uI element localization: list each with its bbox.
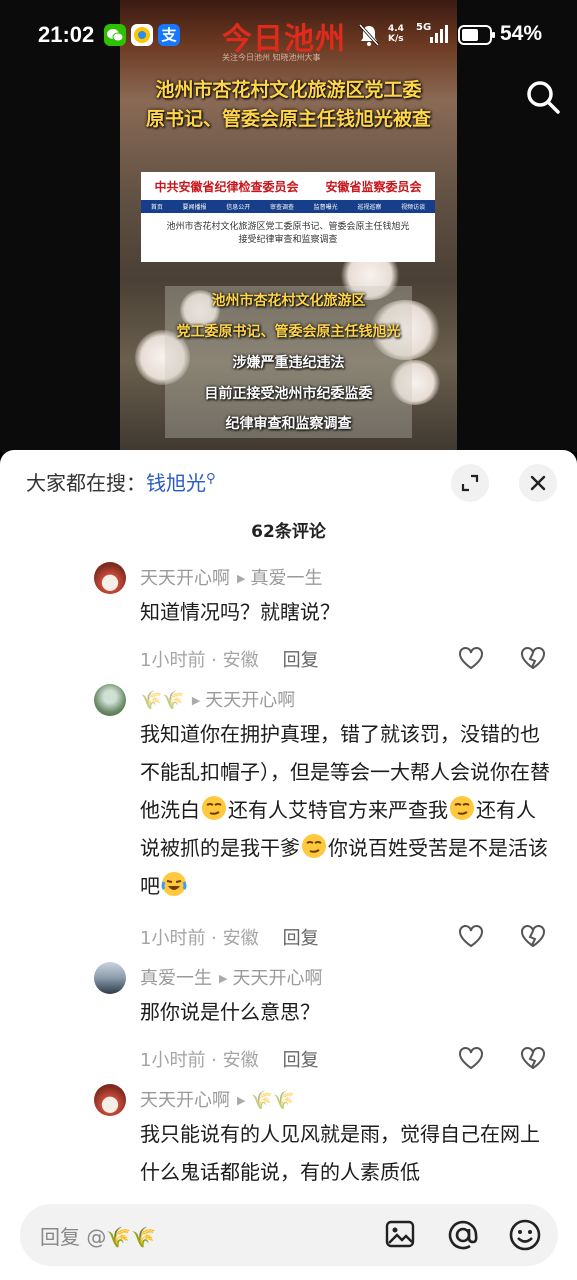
search-icon[interactable]	[524, 78, 562, 116]
comment-meta: 1小时前 · 安徽 回复	[140, 1046, 319, 1072]
video-player[interactable]: 21:02 支 今日池州 关注今日池州 知晓池州大事 4.4 K/s 5G 54…	[0, 0, 577, 452]
reply-input-bar: 回复 @🌾🌾	[0, 1192, 577, 1280]
video-subtitle-box: 池州市杏花村文化旅游区 党工委原书记、管委会原主任钱旭光 涉嫌严重违纪违法 目前…	[165, 286, 412, 438]
comment-meta: 1小时前 · 安徽 回复	[140, 646, 319, 672]
qq-browser-icon	[131, 24, 153, 46]
comment-authors: 🌾🌾 ▶ 天天开心啊	[140, 686, 295, 712]
card-nav-item: 首页	[150, 204, 163, 211]
alipay-icon: 支	[158, 24, 180, 46]
card-nav-item: 巡视巡察	[357, 204, 382, 211]
comment-authors: 天天开心啊 ▶ 真爱一生	[140, 564, 322, 590]
brand-subtitle: 关注今日池州 知晓池州大事	[222, 53, 321, 62]
headline-line: 原书记、管委会原主任钱旭光被查	[145, 108, 431, 130]
wechat-icon	[104, 24, 126, 46]
card-nav-item: 要闻播报	[182, 204, 207, 211]
comment-text: 我知道你在拥护真理，错了就该罚，没错的也不能乱扣帽子），但是等会一大帮人会说你在…	[140, 715, 552, 905]
comment-time: 1小时前 · 安徽	[140, 928, 259, 949]
author-name[interactable]: 真爱一生	[140, 968, 212, 989]
card-nav-item: 视频访谈	[401, 204, 426, 211]
reply-arrow-icon: ▶	[237, 1094, 246, 1107]
status-time: 21:02	[38, 22, 95, 47]
network-speed: 4.4 K/s	[388, 24, 404, 44]
subtitle-line: 纪律审查和监察调查	[225, 416, 352, 432]
comment-authors: 真爱一生 ▶ 天天开心啊	[140, 964, 322, 990]
comment-sheet: 大家都在搜：钱旭光⚲ 62条评论 天天开心啊 ▶ 真爱一生 知道情况吗？就瞎说？ 1…	[0, 450, 577, 1280]
comment-meta: 1小时前 · 安徽 回复	[140, 924, 319, 950]
card-org: 安徽省监察委员会	[325, 179, 422, 194]
card-header: 中共安徽省纪律检查委员会 安徽省监察委员会	[141, 172, 435, 200]
battery-icon	[458, 25, 496, 49]
subtitle-line: 池州市杏花村文化旅游区	[211, 293, 366, 309]
close-button[interactable]	[519, 464, 557, 502]
comment-text: 知道情况吗？就瞎说？	[140, 600, 340, 624]
expand-icon	[461, 474, 479, 492]
hot-search-prefix: 大家都在搜：	[26, 471, 146, 495]
comment-text-part: 还有人艾特官方来严查我	[228, 798, 448, 822]
emoji-icon[interactable]	[508, 1218, 542, 1252]
dislike-icon[interactable]	[520, 1046, 546, 1070]
avatar[interactable]	[94, 962, 126, 994]
avatar[interactable]	[94, 1084, 126, 1116]
avatar[interactable]	[94, 684, 126, 716]
hot-search[interactable]: 大家都在搜：钱旭光⚲	[26, 467, 216, 496]
author-name[interactable]: 天天开心啊	[140, 1090, 230, 1111]
like-icon[interactable]	[458, 646, 484, 670]
reply-input[interactable]: 回复 @🌾🌾	[20, 1204, 558, 1266]
battery-percent: 54%	[500, 22, 543, 45]
search-small-icon: ⚲	[206, 471, 216, 487]
comment-time: 1小时前 · 安徽	[140, 650, 259, 671]
reply-to-name[interactable]: 真爱一生	[250, 568, 322, 589]
subtitle-line: 目前正接受池州市纪委监委	[204, 386, 373, 402]
reply-to-name[interactable]: 天天开心啊	[232, 968, 322, 989]
close-icon	[530, 475, 546, 491]
comment-time: 1小时前 · 安徽	[140, 1050, 259, 1071]
dislike-icon[interactable]	[520, 646, 546, 670]
reply-to-name[interactable]: 天天开心啊	[205, 690, 295, 711]
mute-icon	[358, 23, 380, 51]
reply-arrow-icon: ▶	[237, 572, 246, 585]
news-card: 中共安徽省纪律检查委员会 安徽省监察委员会 首页 要闻播报 信息公开 审查调查 …	[141, 172, 435, 262]
smirk-emoji-icon	[200, 794, 228, 822]
card-nav-item: 监督曝光	[313, 204, 338, 211]
signal-label: 5G	[416, 22, 432, 33]
expand-button[interactable]	[451, 464, 489, 502]
comment-count: 62条评论	[251, 522, 326, 542]
avatar[interactable]	[94, 562, 126, 594]
hot-search-term[interactable]: 钱旭光	[146, 471, 206, 495]
headline-line: 池州市杏花村文化旅游区党工委	[155, 79, 422, 101]
subtitle-line: 党工委原书记、管委会原主任钱旭光	[176, 324, 401, 340]
signal-icon: 5G	[416, 22, 452, 50]
card-org: 中共安徽省纪律检查委员会	[154, 179, 299, 194]
like-icon[interactable]	[458, 1046, 484, 1070]
smirk-emoji-icon	[448, 794, 476, 822]
author-name[interactable]: 天天开心啊	[140, 568, 230, 589]
reply-button[interactable]: 回复	[283, 650, 319, 671]
comment-authors: 天天开心啊 ▶ 🌾🌾	[140, 1086, 295, 1112]
comment-text: 我只能说有的人见风就是雨，觉得自己在网上什么鬼话都能说，有的人素质低	[140, 1122, 540, 1184]
card-nav-item: 审查调查	[269, 204, 294, 211]
author-name[interactable]: 🌾🌾	[140, 690, 185, 711]
reply-arrow-icon: ▶	[219, 972, 228, 985]
card-text: 池州市杏花村文化旅游区党工委原书记、管委会原主任钱旭光接受纪律审查和监察调查	[166, 222, 410, 245]
mention-icon[interactable]	[446, 1218, 480, 1252]
reply-to-name[interactable]: 🌾🌾	[250, 1090, 295, 1111]
subtitle-line: 涉嫌严重违纪违法	[232, 355, 345, 371]
dislike-icon[interactable]	[520, 924, 546, 948]
status-bar: 21:02 支 今日池州 关注今日池州 知晓池州大事 4.4 K/s 5G 54…	[0, 0, 577, 70]
like-icon[interactable]	[458, 924, 484, 948]
comment-text: 那你说是什么意思？	[140, 1000, 320, 1024]
reply-button[interactable]: 回复	[283, 928, 319, 949]
card-nav-item: 信息公开	[226, 204, 251, 211]
reply-button[interactable]: 回复	[283, 1050, 319, 1071]
card-nav: 首页 要闻播报 信息公开 审查调查 监督曝光 巡视巡察 视频访谈	[141, 200, 435, 213]
reply-arrow-icon: ▶	[191, 694, 201, 707]
reply-input-placeholder: 回复 @🌾🌾	[40, 1225, 157, 1249]
video-headline: 池州市杏花村文化旅游区党工委 原书记、管委会原主任钱旭光被查	[120, 76, 457, 134]
laugh-cry-emoji-icon	[160, 870, 188, 898]
smirk-emoji-icon	[300, 832, 328, 860]
image-icon[interactable]	[384, 1218, 416, 1250]
